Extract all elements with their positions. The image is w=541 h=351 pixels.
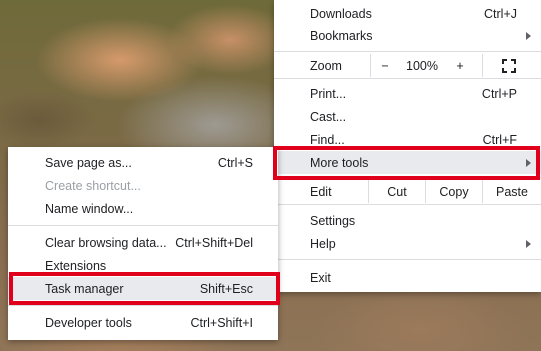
zoom-label: Zoom bbox=[310, 58, 342, 73]
more-tools-highlight-box bbox=[273, 146, 540, 180]
submenu-item-save-page[interactable]: Save page as... Ctrl+S bbox=[8, 151, 278, 174]
menu-item-print[interactable]: Print... Ctrl+P bbox=[274, 82, 541, 105]
menu-item-cast[interactable]: Cast... bbox=[274, 105, 541, 128]
clear-browsing-label: Clear browsing data... bbox=[45, 235, 167, 250]
developer-tools-shortcut: Ctrl+Shift+I bbox=[190, 315, 253, 330]
fullscreen-icon[interactable] bbox=[498, 54, 520, 77]
paste-button[interactable]: Paste bbox=[483, 180, 541, 203]
menu-item-exit[interactable]: Exit bbox=[274, 266, 541, 289]
submenu-item-clear-browsing-data[interactable]: Clear browsing data... Ctrl+Shift+Del bbox=[8, 231, 278, 254]
extensions-label: Extensions bbox=[45, 258, 107, 273]
zoom-divider bbox=[370, 54, 371, 77]
clear-browsing-shortcut: Ctrl+Shift+Del bbox=[175, 235, 253, 250]
save-page-label: Save page as... bbox=[45, 155, 132, 170]
zoom-out-button[interactable]: − bbox=[374, 54, 396, 77]
zoom-in-button[interactable]: + bbox=[449, 54, 471, 77]
submenu-item-name-window[interactable]: Name window... bbox=[8, 197, 278, 220]
edit-label: Edit bbox=[310, 184, 332, 199]
submenu-arrow-icon bbox=[526, 31, 531, 40]
menu-divider bbox=[274, 78, 541, 79]
find-shortcut: Ctrl+F bbox=[482, 132, 517, 147]
menu-item-downloads[interactable]: Downloads Ctrl+J bbox=[274, 2, 541, 25]
zoom-divider bbox=[482, 54, 483, 77]
zoom-level-value: 100% bbox=[406, 58, 438, 73]
downloads-label: Downloads bbox=[310, 6, 372, 21]
menu-item-bookmarks[interactable]: Bookmarks bbox=[274, 24, 541, 47]
menu-divider bbox=[274, 51, 541, 52]
bookmarks-label: Bookmarks bbox=[310, 28, 373, 43]
developer-tools-label: Developer tools bbox=[45, 315, 132, 330]
copy-button[interactable]: Copy bbox=[426, 180, 482, 203]
task-manager-highlight-box bbox=[9, 272, 280, 305]
menu-item-settings[interactable]: Settings bbox=[274, 209, 541, 232]
zoom-row: Zoom − 100% + bbox=[274, 54, 541, 77]
edit-row: Edit Cut Copy Paste bbox=[274, 180, 541, 203]
more-tools-submenu: Save page as... Ctrl+S Create shortcut..… bbox=[8, 147, 278, 340]
menu-divider bbox=[274, 204, 541, 205]
submenu-arrow-icon bbox=[526, 239, 531, 248]
name-window-label: Name window... bbox=[45, 201, 134, 216]
downloads-shortcut: Ctrl+J bbox=[484, 6, 517, 21]
find-label: Find... bbox=[310, 132, 345, 147]
menu-divider bbox=[8, 225, 278, 226]
submenu-item-create-shortcut[interactable]: Create shortcut... bbox=[8, 174, 278, 197]
create-shortcut-label: Create shortcut... bbox=[45, 178, 141, 193]
print-shortcut: Ctrl+P bbox=[481, 86, 517, 101]
settings-label: Settings bbox=[310, 213, 356, 228]
menu-divider bbox=[274, 259, 541, 260]
cast-label: Cast... bbox=[310, 109, 347, 124]
save-page-shortcut: Ctrl+S bbox=[217, 155, 253, 170]
submenu-item-developer-tools[interactable]: Developer tools Ctrl+Shift+I bbox=[8, 311, 278, 334]
menu-divider bbox=[8, 305, 278, 306]
cut-button[interactable]: Cut bbox=[369, 180, 425, 203]
help-label: Help bbox=[310, 236, 336, 251]
exit-label: Exit bbox=[310, 270, 331, 285]
menu-item-help[interactable]: Help bbox=[274, 232, 541, 255]
print-label: Print... bbox=[310, 86, 347, 101]
